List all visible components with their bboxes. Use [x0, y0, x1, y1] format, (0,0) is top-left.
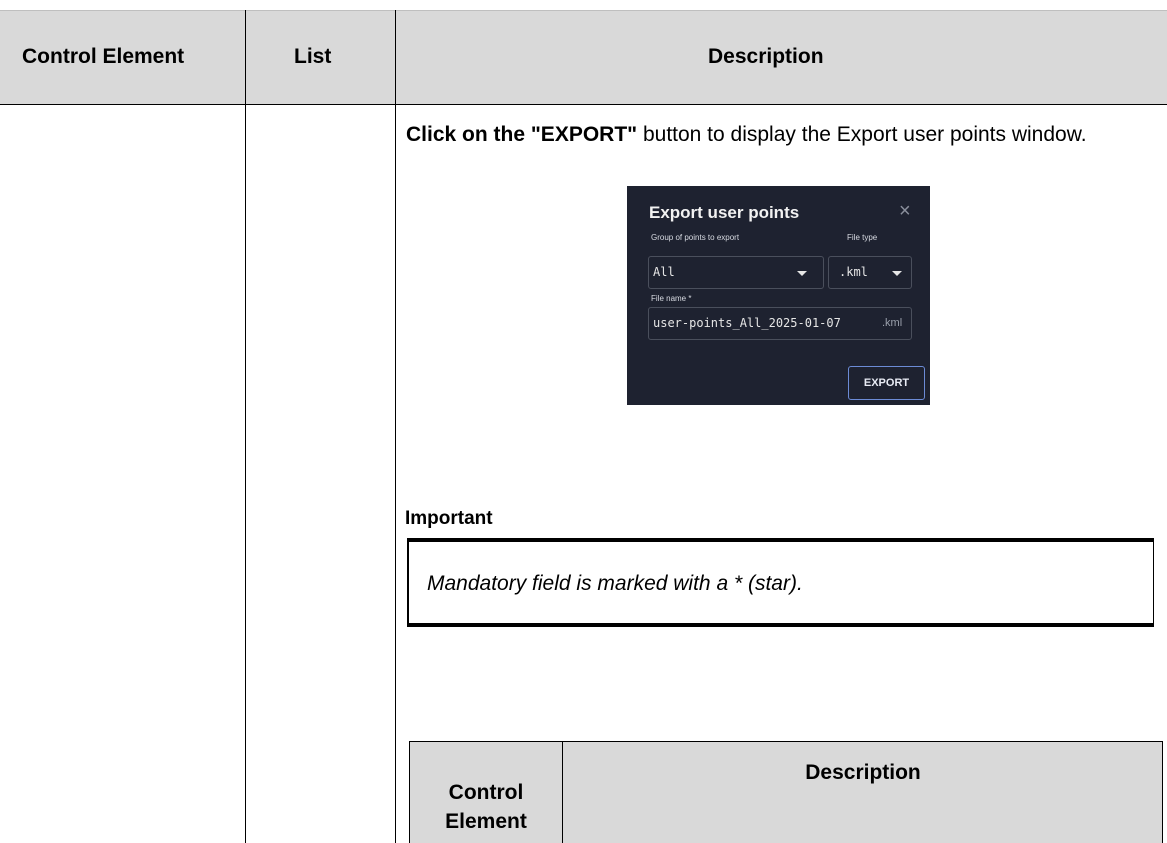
- dialog-title: Export user points: [649, 203, 800, 222]
- header-control-element: Control Element: [22, 45, 185, 68]
- nested-header-description: Description: [805, 761, 921, 784]
- intro-bold: Click on the "EXPORT": [406, 123, 638, 146]
- header-description: Description: [708, 45, 824, 68]
- filename-suffix: .kml: [882, 317, 903, 329]
- filename-input-value: user-points_All_2025-01-07: [653, 316, 841, 330]
- filetype-label: File type: [847, 233, 878, 242]
- export-user-points-dialog: Export user points × Group of points to …: [627, 186, 930, 405]
- important-heading: Important: [405, 508, 493, 529]
- chevron-down-icon: [892, 271, 902, 276]
- group-select-value: All: [653, 265, 675, 279]
- nested-table-right-border: [1162, 741, 1163, 843]
- column-divider-1: [245, 10, 246, 843]
- close-icon[interactable]: ×: [899, 200, 911, 223]
- filename-label: File name *: [651, 294, 692, 303]
- nested-column-divider: [562, 741, 563, 843]
- nested-header-control-element: Control Element: [445, 781, 527, 833]
- nested-table-top-border: [409, 741, 1163, 742]
- filename-input[interactable]: user-points_All_2025-01-07 .kml: [648, 307, 912, 340]
- nested-table: Control Element Description: [400, 741, 1163, 843]
- filetype-select-value: .kml: [839, 265, 868, 279]
- important-note-text: Mandatory field is marked with a * (star…: [427, 572, 803, 595]
- chevron-down-icon: [797, 271, 807, 276]
- important-note-box: Mandatory field is marked with a * (star…: [407, 538, 1154, 627]
- export-button[interactable]: EXPORT: [848, 366, 925, 400]
- header-list: List: [294, 45, 332, 68]
- intro-rest: button to display the Export user points…: [637, 123, 1087, 146]
- filetype-select[interactable]: .kml: [828, 256, 912, 289]
- table-top-border: [0, 10, 1167, 11]
- group-select[interactable]: All: [648, 256, 824, 289]
- intro-paragraph: Click on the "EXPORT" button to display …: [406, 121, 1126, 148]
- column-divider-2: [395, 10, 396, 843]
- header-bottom-border: [0, 104, 1167, 105]
- group-label: Group of points to export: [651, 233, 740, 242]
